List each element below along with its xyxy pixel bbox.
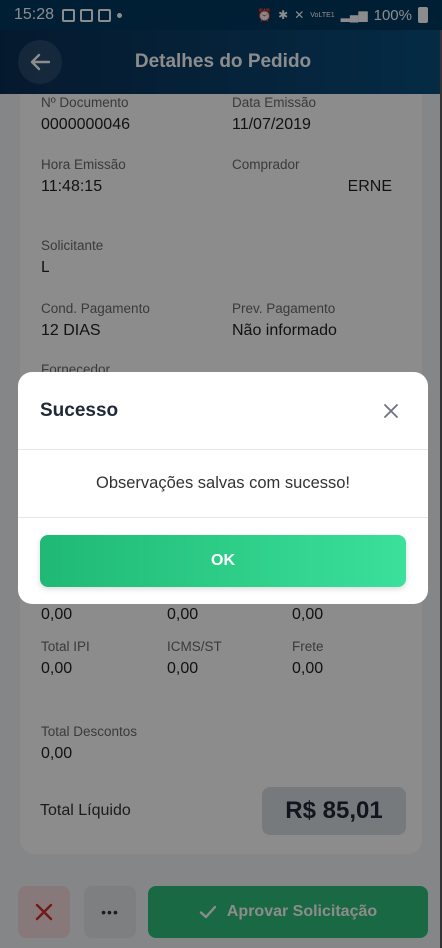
dialog-title: Sucesso: [40, 399, 119, 421]
dialog-header: Sucesso: [18, 372, 428, 450]
ok-button[interactable]: OK: [40, 535, 406, 587]
success-dialog: Sucesso Observações salvas com sucesso! …: [18, 372, 428, 604]
dialog-message: Observações salvas com sucesso!: [18, 450, 428, 518]
close-icon: [384, 403, 398, 418]
dialog-close-button[interactable]: [376, 396, 406, 426]
app-screen: 15:28 ⏰ ✱ ✕ VoLTE1 ▂▄▆ 100% Detalhes do …: [0, 0, 442, 948]
